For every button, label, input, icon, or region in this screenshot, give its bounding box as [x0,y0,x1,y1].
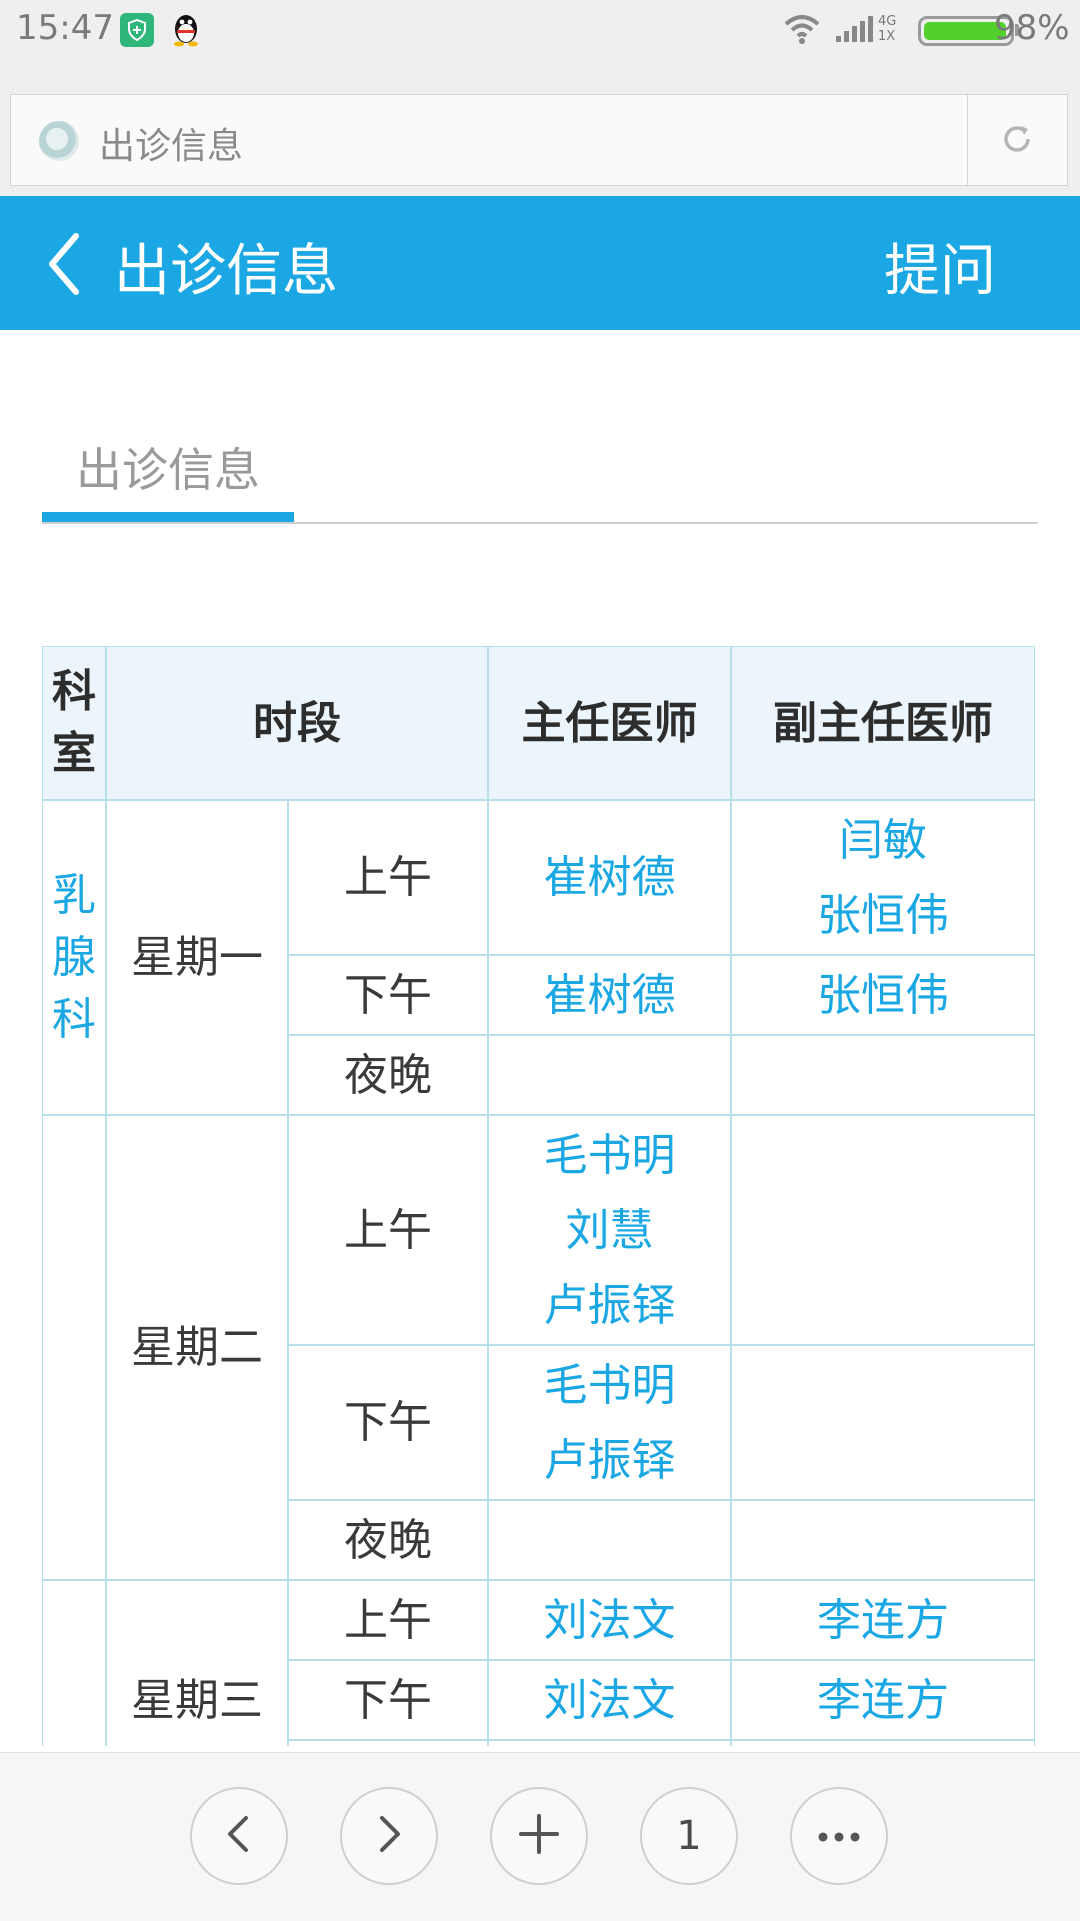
tab-active-indicator [42,512,294,522]
page-title: 出诊信息 [114,239,338,304]
deputy-physician-cell [730,1114,1035,1346]
deputy-physician-cell: 闫敏 张恒伟 [730,799,1035,956]
weekday-cell: 星期一 [105,799,289,1116]
time-slot: 上午 [287,1579,489,1661]
back-button[interactable] [190,1787,288,1885]
header-department: 科室 [42,646,107,801]
doctor-link[interactable]: 张恒伟 [817,878,949,953]
site-favicon-icon [39,121,79,161]
back-arrow-icon[interactable] [44,232,84,300]
doctor-link[interactable]: 毛书明 [544,1118,676,1193]
doctor-link[interactable]: 刘法文 [544,1663,676,1738]
doctor-link[interactable]: 毛书明 [544,1348,676,1423]
deputy-physician-cell: 李连方 [730,1579,1035,1661]
doctor-link[interactable]: 刘慧 [566,1193,654,1268]
time-slot: 夜晚 [287,1739,489,1746]
tab-visit-info[interactable]: 出诊信息 [42,410,294,522]
department-char[interactable]: 乳 [52,865,96,927]
ask-button[interactable]: 提问 [884,226,996,307]
deputy-physician-cell: 张恒伟 [730,954,1035,1036]
battery-percent: 98% [994,8,1070,48]
more-icon [817,1827,861,1846]
network-type: 4G 1X [878,14,897,44]
doctor-link[interactable]: 崔树德 [544,958,676,1033]
chief-physician-cell: 毛书明 刘慧 卢振铎 [487,1114,732,1346]
doctor-link[interactable]: 张恒伟 [817,958,949,1033]
new-tab-button[interactable] [490,1787,588,1885]
schedule-table: 科室时段 主任医师 副主任医师 上午 崔树德 闫敏 张恒伟 下午 崔树德 张恒伟 夜晚 星期一乳腺科上… [42,646,1035,1746]
address-divider [967,95,968,185]
security-shield-icon [120,13,154,47]
department-cell[interactable]: 乳腺科 [42,799,107,1116]
header-period: 时段 [105,646,489,801]
time-slot: 上午 [287,799,489,956]
app-header: 出诊信息 提问 [0,196,1080,330]
forward-button[interactable] [340,1787,438,1885]
time-slot: 下午 [287,1659,489,1741]
back-icon [222,1814,256,1858]
chief-physician-cell: 崔树德 [487,954,732,1036]
header-department-char: 科 [52,666,96,717]
tabs-button[interactable]: 1 [640,1787,738,1885]
time-slot: 夜晚 [287,1034,489,1116]
qq-penguin-icon [168,12,204,48]
plus-icon [519,1814,559,1858]
doctor-link[interactable]: 闫敏 [839,803,927,878]
status-bar: 15:47 4G 1X 98% [0,0,1080,62]
forward-icon [372,1814,406,1858]
weekday-cell: 星期二 [105,1114,289,1581]
reload-icon[interactable] [999,121,1035,161]
deputy-physician-cell [730,1344,1035,1501]
chief-physician-cell: 崔树德 [487,799,732,956]
time-slot: 上午 [287,1114,489,1346]
header-chief-physician: 主任医师 [487,646,732,801]
weekday-cell: 星期三 [105,1579,289,1746]
chief-physician-cell: 刘法文 [487,1579,732,1661]
chief-physician-cell [487,1034,732,1116]
time-slot: 下午 [287,1344,489,1501]
chief-physician-cell [487,1499,732,1581]
tab-count: 1 [676,1813,702,1859]
tab-label: 出诊信息 [76,443,260,497]
address-title: 出诊信息 [99,126,244,167]
chief-physician-cell [487,1739,732,1746]
doctor-link[interactable]: 卢振铎 [544,1268,676,1343]
more-button[interactable] [790,1787,888,1885]
chief-physician-cell: 刘法文 [487,1659,732,1741]
department-cell [42,1579,107,1746]
department-char[interactable]: 腺 [52,927,96,989]
deputy-physician-cell [730,1739,1035,1746]
tab-divider [42,522,1038,524]
chief-physician-cell: 毛书明 卢振铎 [487,1344,732,1501]
wifi-icon [782,13,822,49]
header-deputy-chief-physician: 副主任医师 [730,646,1035,801]
header-department-char: 室 [52,728,96,779]
status-time: 15:47 [16,8,114,48]
deputy-physician-cell: 李连方 [730,1659,1035,1741]
doctor-link[interactable]: 李连方 [817,1663,949,1738]
browser-toolbar: 1 [0,1752,1080,1921]
department-cell [42,1114,107,1581]
address-bar[interactable]: 出诊信息 [10,94,1068,186]
deputy-physician-cell [730,1499,1035,1581]
doctor-link[interactable]: 崔树德 [544,840,676,915]
doctor-link[interactable]: 卢振铎 [544,1423,676,1498]
doctor-link[interactable]: 李连方 [817,1583,949,1658]
deputy-physician-cell [730,1034,1035,1116]
time-slot: 下午 [287,954,489,1036]
browser-chrome: 出诊信息 [0,62,1080,196]
doctor-link[interactable]: 刘法文 [544,1583,676,1658]
department-char[interactable]: 科 [52,989,96,1051]
signal-icon [836,16,876,48]
time-slot: 夜晚 [287,1499,489,1581]
